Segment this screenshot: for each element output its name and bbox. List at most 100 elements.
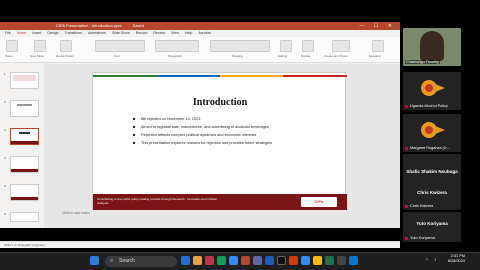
bullet-item: Aimed to regulate sale, manufacture, and… [133,125,333,129]
app-icon[interactable] [289,256,298,265]
muted-mic-icon [405,205,408,208]
file-explorer-icon[interactable] [193,256,202,265]
app-icon[interactable] [349,256,358,265]
slide-thumbnail[interactable] [10,184,39,201]
powerpoint-icon[interactable] [241,256,250,265]
app-icon[interactable] [217,256,226,265]
windows-taskbar [0,252,480,270]
new-slide-label: New Slide [30,54,44,58]
paragraph-group[interactable] [155,40,199,52]
slide-title[interactable]: Introduction [93,97,347,108]
window-controls[interactable]: — ☐ ✕ [360,22,396,30]
title-bar: CIPA Presentation - Introduction.pptx Sa… [0,22,400,30]
reuse-slides-label: Reuse Slides [56,54,74,58]
bullet-item: Rejection reflects complex political dyn… [133,133,333,137]
participant-name: Margaret Ruganza (U... [410,146,450,150]
font-label: Font [114,54,121,58]
muted-mic-icon [405,147,408,150]
chrome-icon[interactable] [313,256,322,265]
participant-display-name: Chris Kwizera [417,190,447,195]
tab-help[interactable]: Help [185,30,192,37]
task-view-icon[interactable] [181,256,190,265]
tab-acrobat[interactable]: Acrobat [198,30,210,37]
participant-tile[interactable]: Yuto Koriyama Yuto Koriyama [403,212,461,242]
ribbon-toolbar: Paste New Slide Reuse Slides Font Paragr… [0,37,400,63]
font-group[interactable] [95,40,145,52]
tiktok-icon[interactable] [277,256,286,265]
search-icon: ⌕ [110,258,114,264]
slide-thumbnails: 1 2 3 4 5 6 [2,64,42,224]
tab-animations[interactable]: Animations [88,30,106,37]
designer-label: Designer [369,54,382,58]
drawing-label: Drawing [232,54,244,58]
new-slide-button[interactable] [34,40,46,52]
tab-design[interactable]: Design [47,30,58,37]
edge-icon[interactable] [229,256,238,265]
participant-name: Chamongu Timothy [405,60,440,64]
bullet-item: This presentation explores reasons for r… [133,141,333,145]
start-icon[interactable] [90,256,99,265]
participant-tile[interactable]: Chris Kwizera Chris Kwizera [403,180,461,210]
app-icon[interactable] [337,256,346,265]
status-bar: Slide 3 of 16 English (Uganda) [0,241,400,248]
save-status: Saved [132,23,144,28]
reuse-slides-button[interactable] [60,40,72,52]
slide-thumbnail-selected[interactable] [10,128,39,145]
muted-mic-icon [405,237,408,240]
tab-review[interactable]: Review [153,30,165,37]
slide-thumbnail[interactable] [10,100,39,117]
create-share-button[interactable] [332,40,350,52]
muted-mic-icon [405,105,408,108]
color-stripe-blue [157,75,220,77]
color-stripe-yellow [220,75,283,77]
tab-file[interactable]: File [5,30,11,37]
slide-footer: Contributing to the public policy making… [93,194,347,210]
color-stripe-green [93,75,157,77]
wifi-icon[interactable]: ◔ [425,257,428,263]
create-share-label: Create and Share [324,54,348,58]
ribbon-tabs: File Home Insert Design Transitions Anim… [0,30,400,38]
cipa-logo: CIPA [301,197,337,207]
participant-tile[interactable]: Uganda Alcohol Policy [403,72,461,110]
tab-record[interactable]: Record [136,30,148,37]
word-icon[interactable] [265,256,274,265]
slide-thumbnail[interactable] [10,72,39,89]
participant-face [420,31,444,61]
system-clock[interactable]: 2:31 PM 8/28/2024 [448,254,465,264]
organization-logo-icon [421,80,445,96]
participant-name: Yuto Koriyama [410,236,435,240]
paragraph-label: Paragraph [168,54,183,58]
current-slide[interactable]: Introduction Bill rejected on November 1… [92,72,347,210]
designer-button[interactable] [372,40,384,52]
editing-button[interactable] [280,40,292,52]
slide-thumbnail[interactable] [10,156,39,173]
document-title: CIPA Presentation - Introduction.pptx [56,23,122,28]
footer-tagline: Contributing to the public policy making… [97,197,217,205]
zoom-icon[interactable] [301,256,310,265]
tab-transitions[interactable]: Transitions [65,30,82,37]
drawing-group[interactable] [210,40,270,52]
slide-thumbnail[interactable] [10,212,39,222]
teams-icon[interactable] [253,256,262,265]
dictate-label: Dictate [301,54,311,58]
tab-insert[interactable]: Insert [32,30,41,37]
participant-display-name: Shafic Shakim Nsubuga [406,169,458,174]
volume-icon[interactable]: ♪ [434,257,437,263]
participant-name: Uganda Alcohol Policy [410,104,448,108]
excel-icon[interactable] [325,256,334,265]
tab-slide-show[interactable]: Slide Show [112,30,130,37]
paste-label: Paste [5,54,13,58]
participant-name: Chris Kwizera [410,204,434,208]
participant-display-name: Yuto Koriyama [416,221,448,226]
participant-video-tile[interactable]: Chamongu Timothy [403,28,461,66]
tab-view[interactable]: View [171,30,179,37]
paste-button[interactable] [6,40,18,52]
notes-placeholder[interactable]: Click to add notes [62,211,90,215]
app-icon[interactable] [205,256,214,265]
participant-tile[interactable]: Margaret Ruganza (U... [403,114,461,152]
dictate-button[interactable] [302,40,314,52]
taskbar-search-box[interactable]: Search [105,256,177,267]
organization-logo-icon [421,122,445,138]
editing-label: Editing [278,54,288,58]
bullet-list[interactable]: Bill rejected on November 14, 2023 Aimed… [133,117,333,149]
